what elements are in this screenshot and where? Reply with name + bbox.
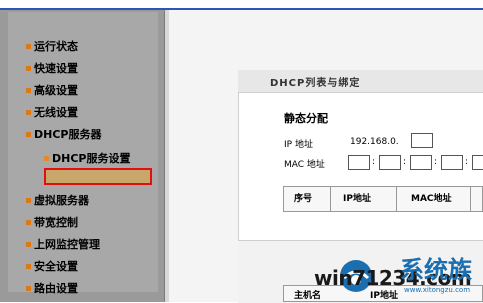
sidebar-item-label: 带宽控制	[34, 216, 78, 229]
bullet-icon	[26, 197, 31, 203]
mac-separator: :	[372, 157, 376, 167]
sidebar-item-quick-setup[interactable]: 快速设置	[26, 58, 78, 78]
mac-field-3[interactable]	[410, 155, 432, 170]
sidebar-item-dhcp-settings[interactable]: DHCP服务设置	[44, 148, 130, 168]
sidebar-item-dhcp-list-highlighted[interactable]	[44, 168, 152, 185]
sidebar-item-security[interactable]: 安全设置	[26, 256, 78, 276]
bullet-icon	[26, 131, 31, 137]
sidebar-item-label: 安全设置	[34, 260, 78, 273]
sidebar-item-label: 高级设置	[34, 84, 78, 97]
mac-separator: :	[403, 157, 407, 167]
ip-prefix: 192.168.0.	[350, 137, 399, 147]
column-header-ip: IP地址	[343, 194, 371, 204]
sidebar-item-routing[interactable]: 路由设置	[26, 278, 78, 298]
sidebar-item-label: 运行状态	[34, 40, 78, 53]
bullet-icon	[44, 155, 49, 161]
bullet-icon	[26, 43, 31, 49]
watermark-brand: 系统族	[400, 256, 472, 284]
panel-title: DHCP列表与绑定	[270, 78, 361, 89]
sidebar-item-label: 快速设置	[34, 62, 78, 75]
sidebar-item-label: 路由设置	[34, 282, 78, 295]
watermark-url: www.xitongzu.com	[404, 286, 471, 294]
mac-separator: :	[465, 157, 469, 167]
mac-field-2[interactable]	[379, 155, 401, 170]
sidebar-item-label	[46, 170, 150, 183]
mac-field-4[interactable]	[441, 155, 463, 170]
sidebar-item-wireless[interactable]: 无线设置	[26, 102, 78, 122]
mac-field-5[interactable]	[472, 155, 483, 170]
ip-last-octet-input[interactable]	[411, 133, 433, 148]
sidebar-item-advanced[interactable]: 高级设置	[26, 80, 78, 100]
column-header-mac: MAC地址	[411, 194, 452, 204]
sidebar-item-bandwidth[interactable]: 带宽控制	[26, 212, 78, 232]
sidebar-item-monitor[interactable]: 上网监控管理	[26, 234, 100, 254]
sidebar-item-label: DHCP服务设置	[52, 152, 131, 165]
column-header-index: 序号	[294, 194, 313, 204]
bullet-icon	[26, 219, 31, 225]
bullet-icon	[26, 109, 31, 115]
top-border	[0, 0, 483, 10]
bullet-icon	[26, 87, 31, 93]
sidebar-item-label: 上网监控管理	[34, 238, 100, 251]
sidebar-item-status[interactable]: 运行状态	[26, 36, 78, 56]
sidebar-item-label: DHCP服务器	[34, 128, 102, 141]
mac-separator: :	[434, 157, 438, 167]
column-divider	[330, 186, 331, 212]
bullet-icon	[26, 241, 31, 247]
bullet-icon	[26, 65, 31, 71]
sidebar-item-virtual-server[interactable]: 虚拟服务器	[26, 190, 89, 210]
bullet-icon	[26, 263, 31, 269]
mac-field-1[interactable]	[348, 155, 370, 170]
column-divider	[396, 186, 397, 212]
sidebar-item-label: 无线设置	[34, 106, 78, 119]
ip-label: IP 地址	[284, 140, 313, 150]
bullet-icon	[26, 285, 31, 291]
mac-label: MAC 地址	[284, 160, 325, 170]
sidebar-item-dhcp[interactable]: DHCP服务器	[26, 124, 101, 144]
static-allocation-heading: 静态分配	[284, 112, 328, 125]
binding-table-header	[283, 186, 483, 212]
sidebar-item-label: 虚拟服务器	[34, 194, 89, 207]
column-divider	[470, 186, 471, 212]
